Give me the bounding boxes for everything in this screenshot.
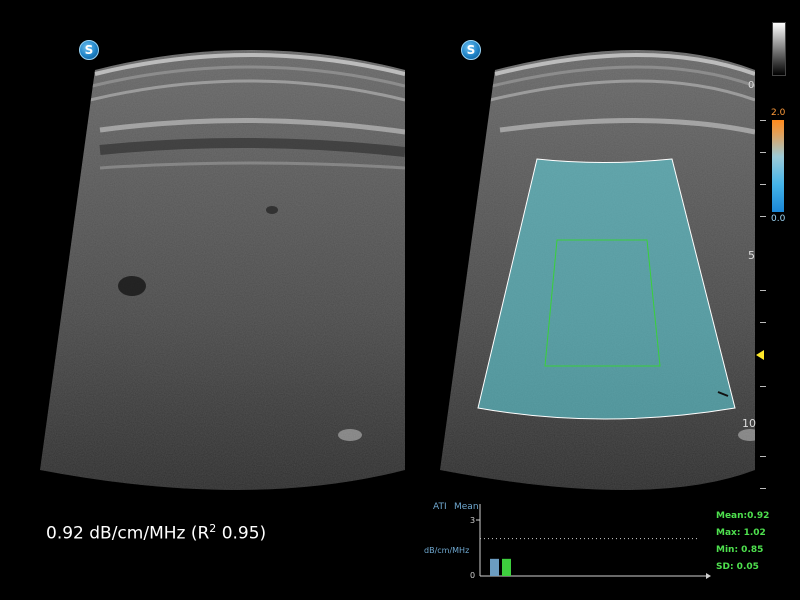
depth-tick (760, 322, 766, 323)
depth-tick (760, 456, 766, 457)
depth-tick (760, 216, 766, 217)
ati-color-scale-bar (772, 120, 784, 212)
ati-mean-chart: ATI Mean 3 0 dB/cm/MHz (420, 496, 720, 590)
chart-y-tick-3: 3 (470, 516, 475, 525)
chart-bar-ati (490, 558, 499, 576)
depth-tick (760, 152, 766, 153)
chart-x-arrow-icon (706, 573, 711, 579)
depth-label-10: 10 (742, 417, 756, 430)
stat-max: Max: 1.02 (716, 528, 766, 538)
chart-title-mean: Mean (454, 502, 479, 512)
ultrasound-screen: S S 0 2.0 0.0 5 10 0.92 dB/cm/MHz (R2 0.… (0, 0, 800, 600)
colorscale-min-label: 0.0 (771, 214, 786, 224)
r-squared-text: 0.95) (216, 523, 267, 544)
stat-min: Min: 0.85 (716, 545, 764, 555)
chart-title-ati: ATI (433, 502, 447, 512)
ati-image-right (400, 40, 800, 500)
grayscale-bar (772, 22, 786, 76)
stat-sd: SD: 0.05 (716, 562, 759, 572)
chart-bar-mean (502, 558, 511, 576)
depth-label-5: 5 (748, 249, 755, 262)
bmode-image-left (0, 40, 410, 500)
ati-measurement-result: 0.92 dB/cm/MHz (R2 0.95) (46, 522, 266, 544)
depth-tick (760, 386, 766, 387)
depth-tick (760, 120, 766, 121)
focus-marker-icon[interactable] (756, 350, 764, 360)
ati-value-text: 0.92 dB/cm/MHz (R (46, 523, 210, 544)
depth-tick (760, 488, 766, 489)
grayscale-label: 0 (748, 80, 755, 91)
chart-y-label: dB/cm/MHz (424, 546, 469, 555)
brand-logo-icon: S (461, 40, 481, 60)
chart-y-tick-0: 0 (470, 571, 475, 580)
depth-tick (760, 290, 766, 291)
stat-mean: Mean:0.92 (716, 511, 770, 521)
depth-tick (760, 184, 766, 185)
colorscale-max-label: 2.0 (771, 108, 786, 118)
brand-logo-icon: S (79, 40, 99, 60)
chart-bars (490, 558, 511, 576)
